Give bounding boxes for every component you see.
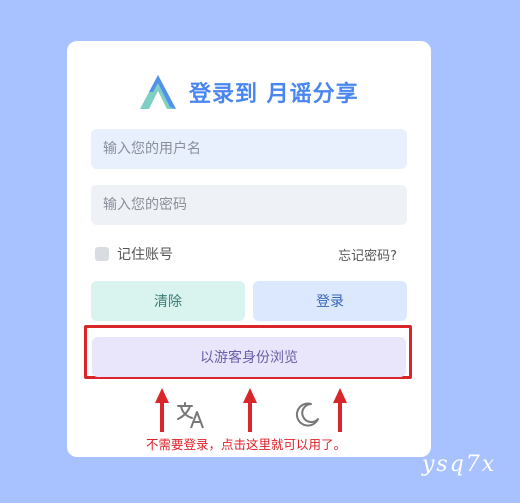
username-input[interactable] bbox=[91, 129, 407, 169]
translate-icon[interactable] bbox=[176, 400, 206, 430]
login-button[interactable]: 登录 bbox=[253, 281, 407, 321]
a-shape-logo-icon bbox=[140, 75, 176, 109]
arrow-up-icon bbox=[243, 388, 257, 432]
remember-account-label: 记住账号 bbox=[117, 247, 173, 263]
checkbox-box[interactable] bbox=[95, 247, 109, 261]
annotation-note: 不需要登录，点击这里就可以用了。 bbox=[146, 437, 347, 452]
remember-account-checkbox[interactable]: 记住账号 bbox=[95, 244, 173, 264]
password-input[interactable] bbox=[91, 185, 407, 225]
arrow-up-icon bbox=[155, 388, 169, 432]
watermark-signature: ysq7x bbox=[422, 452, 497, 477]
clear-button[interactable]: 清除 bbox=[91, 281, 245, 321]
moon-icon[interactable] bbox=[292, 400, 322, 430]
forgot-password-link[interactable]: 忘记密码? bbox=[338, 245, 397, 264]
brand-header: 登录到 月谣分享 bbox=[137, 71, 359, 113]
brand-title: 登录到 月谣分享 bbox=[189, 82, 359, 107]
guest-browse-button[interactable]: 以游客身份浏览 bbox=[92, 337, 406, 377]
arrow-up-icon bbox=[333, 388, 347, 432]
